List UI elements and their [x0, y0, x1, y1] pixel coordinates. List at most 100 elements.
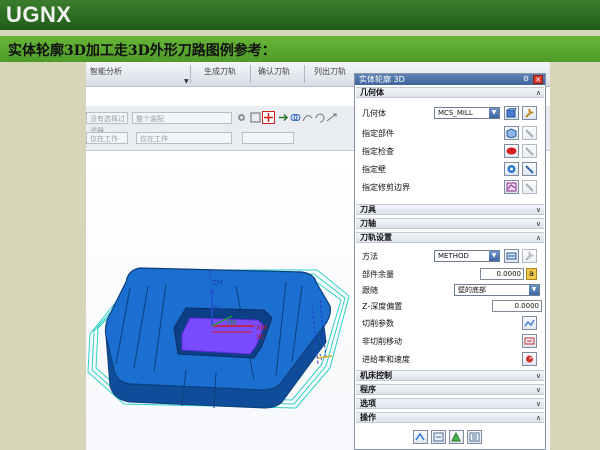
replay-button[interactable] [431, 430, 446, 444]
row-cut-params: 切削参数 [356, 314, 544, 332]
follow-select-value: 壁的底部 [458, 286, 486, 294]
noncut-moves-label: 非切削移动 [362, 337, 402, 346]
part-cube-icon [506, 128, 517, 138]
snap-point-icon[interactable] [262, 111, 275, 124]
rotate-icon[interactable] [314, 112, 325, 123]
ribbon-item-verify[interactable]: 确认刀轨 [258, 66, 290, 77]
section-machine-control[interactable]: 机床控制 ∨ [356, 370, 544, 381]
section-program-label: 程序 [360, 385, 376, 394]
filter-dropdown-work-part[interactable]: 仅在工作 [136, 132, 232, 144]
chevron-up-icon: ∧ [535, 414, 541, 422]
section-path-settings-label: 刀轨设置 [360, 233, 392, 242]
geometry-select[interactable]: MCS_MILL ▼ [434, 107, 500, 119]
noncut-moves-button[interactable] [522, 334, 537, 348]
settings-icon[interactable]: ⚙ [521, 75, 531, 84]
close-icon[interactable]: ✕ [533, 75, 543, 84]
settings-gear-icon[interactable] [236, 112, 247, 123]
section-actions[interactable]: 操作 ∧ [356, 412, 544, 423]
show-trim-button[interactable] [522, 180, 537, 194]
specify-part-label: 指定部件 [362, 129, 394, 138]
list-icon [469, 432, 480, 442]
flashlight-icon [525, 129, 534, 138]
section-axis[interactable]: 刀轴 ∨ [356, 218, 544, 229]
filter-dropdown-work[interactable]: 仅在工作 [86, 132, 128, 144]
list-button[interactable] [467, 430, 482, 444]
wrench-icon [525, 108, 534, 118]
select-all-icon[interactable] [250, 112, 261, 123]
row-noncut-moves: 非切削移动 [356, 332, 544, 350]
filter-dropdown-extra[interactable] [242, 132, 294, 144]
geometry-select-value: MCS_MILL [438, 109, 473, 117]
axis-label-xc: XC [256, 333, 265, 341]
intersect-icon[interactable] [290, 112, 301, 123]
edit-method-button[interactable] [522, 249, 537, 263]
section-machine-control-label: 机床控制 [360, 371, 392, 380]
show-wall-button[interactable] [522, 162, 537, 176]
row-geometry: 几何体 MCS_MILL ▼ [356, 104, 544, 122]
axis-label-xm: XM [256, 324, 267, 332]
chevron-down-icon: ▼ [489, 108, 499, 118]
specify-check-button[interactable] [504, 144, 519, 158]
edit-geometry-button[interactable] [522, 106, 537, 120]
section-tool[interactable]: 刀具 ∨ [356, 204, 544, 215]
chevron-down-icon: ∨ [535, 220, 541, 228]
section-geometry[interactable]: 几何体 ∧ [356, 87, 544, 98]
cut-params-button[interactable] [522, 316, 537, 330]
row-method: 方法 METHOD ▼ [356, 247, 544, 265]
part-stock-label: 部件余量 [362, 270, 394, 279]
filter-dropdown-scope[interactable]: 整个装配 [132, 112, 232, 124]
chevron-down-icon: ∨ [535, 400, 541, 408]
slide-title-bar: UGNX [0, 0, 600, 30]
show-check-button[interactable] [522, 144, 537, 158]
flashlight-icon [525, 147, 534, 156]
generate-toolpath-button[interactable] [413, 430, 428, 444]
specify-wall-button[interactable] [504, 162, 519, 176]
z-depth-label: Z-深度偏置 [362, 302, 403, 311]
ribbon-item-generate[interactable]: 生成刀轨 [204, 66, 236, 77]
ribbon-item-analysis[interactable]: 智能分析 [90, 66, 122, 77]
section-actions-label: 操作 [360, 413, 376, 422]
new-geometry-button[interactable] [504, 106, 519, 120]
show-part-button[interactable] [522, 126, 537, 140]
method-label: 方法 [362, 252, 378, 261]
new-method-button[interactable] [504, 249, 519, 263]
part-stock-input[interactable]: 0.0000 [480, 268, 524, 280]
axis-label-ym: YM [225, 319, 236, 327]
filter-dropdown-type[interactable]: 没有选择过滤器 [86, 112, 128, 135]
dialog-title: 实体轮廓 3D [359, 75, 405, 84]
new-geometry-icon [506, 108, 517, 118]
specify-trim-label: 指定修剪边界 [362, 183, 410, 192]
section-path-settings[interactable]: 刀轨设置 ∧ [356, 232, 544, 243]
specify-trim-button[interactable] [504, 180, 519, 194]
curve-icon[interactable] [302, 112, 313, 123]
arrow-icon[interactable] [278, 112, 289, 123]
row-specify-part: 指定部件 [356, 124, 544, 142]
section-options-label: 选项 [360, 399, 376, 408]
chevron-up-icon: ∧ [535, 234, 541, 242]
check-geometry-icon [506, 147, 517, 155]
dialog-title-bar: 实体轮廓 3D ⚙ ✕ [355, 74, 545, 85]
follow-label: 跟随 [362, 286, 378, 295]
specify-part-button[interactable] [504, 126, 519, 140]
section-axis-label: 刀轴 [360, 219, 376, 228]
verify-button[interactable] [449, 430, 464, 444]
chevron-up-icon: ∧ [535, 89, 541, 97]
ribbon-divider [190, 65, 191, 83]
lock-icon[interactable]: a [526, 268, 537, 280]
follow-select[interactable]: 壁的底部 ▼ [454, 284, 540, 296]
method-select[interactable]: METHOD ▼ [434, 250, 500, 262]
method-select-value: METHOD [438, 252, 469, 260]
chevron-down-icon: ∨ [535, 372, 541, 380]
section-options[interactable]: 选项 ∨ [356, 398, 544, 409]
section-program[interactable]: 程序 ∨ [356, 384, 544, 395]
wall-icon [507, 165, 516, 173]
axis-label-zc: ZC [212, 305, 222, 313]
feeds-speeds-button[interactable] [522, 352, 537, 366]
section-tool-label: 刀具 [360, 205, 376, 214]
chevron-down-icon[interactable]: ▼ [184, 78, 189, 85]
z-depth-input[interactable]: 0.0000 [492, 300, 542, 312]
specify-wall-label: 指定壁 [362, 165, 386, 174]
wrench-icon [525, 251, 534, 261]
extend-icon[interactable] [326, 112, 337, 123]
ribbon-item-list[interactable]: 列出刀轨 [314, 66, 346, 77]
